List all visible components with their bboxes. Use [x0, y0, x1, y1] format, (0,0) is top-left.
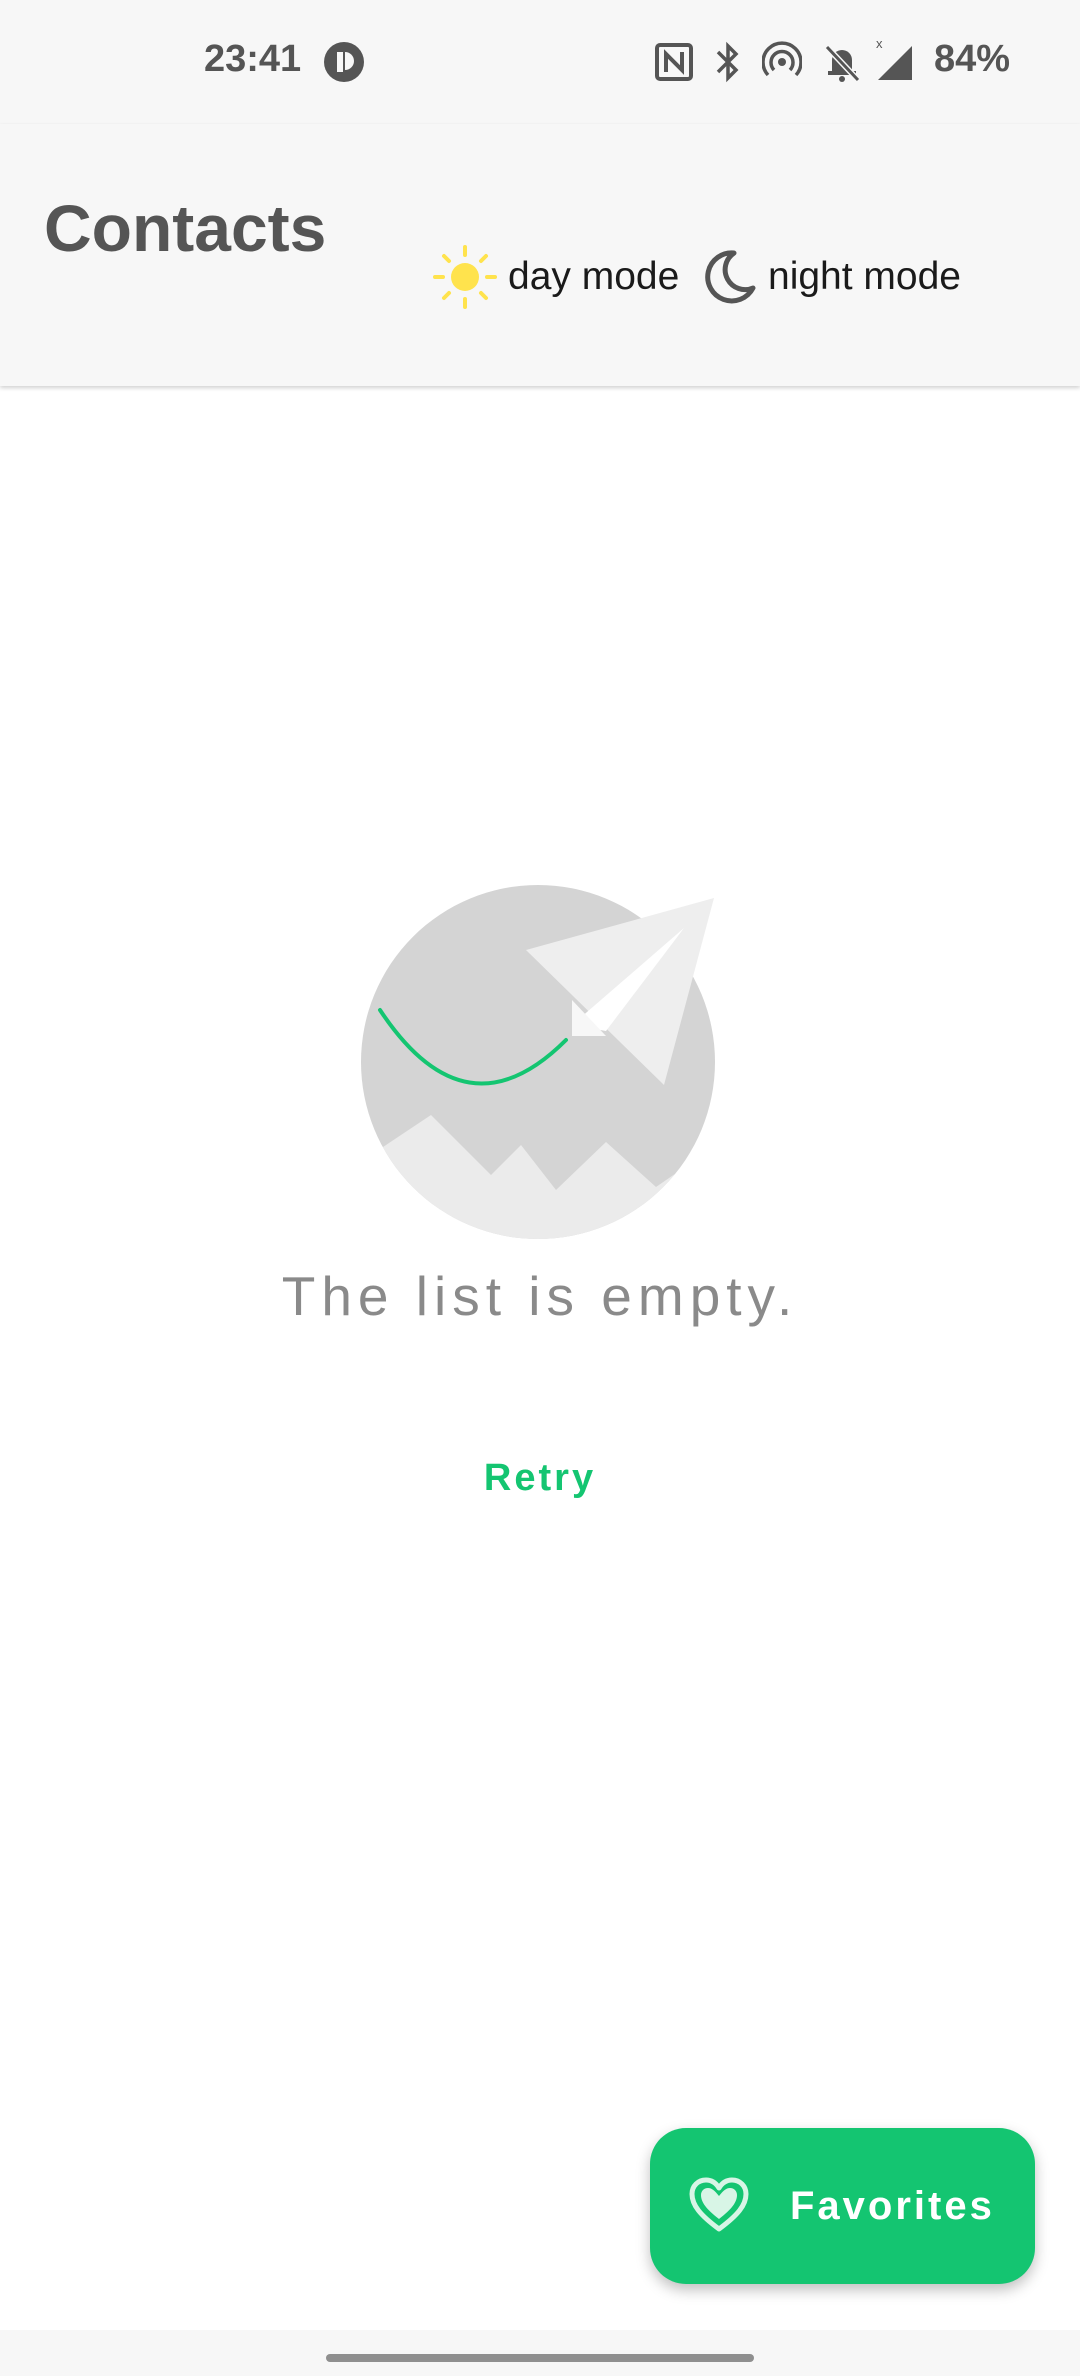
battery-percent: 84%	[934, 38, 1011, 80]
moon-icon	[705, 250, 756, 304]
screen: 23:41 x 84% Contacts day mode night mode…	[0, 0, 1080, 2376]
status-bar: 23:41 x 84%	[0, 0, 1080, 124]
heart-icon	[689, 2177, 749, 2232]
night-mode-label: night mode	[768, 255, 961, 298]
day-mode-button[interactable]: day mode	[432, 240, 679, 314]
app-bar: Contacts day mode night mode	[0, 124, 1080, 386]
sun-icon	[433, 245, 497, 309]
bell-off-icon	[824, 44, 861, 83]
nfc-icon	[655, 43, 693, 81]
retry-button[interactable]: Retry	[440, 1430, 640, 1526]
page-title: Contacts	[44, 191, 327, 265]
bluetooth-icon	[716, 41, 739, 83]
empty-list-illustration	[361, 885, 715, 1239]
favorites-label: Favorites	[790, 2183, 995, 2228]
favorites-button[interactable]: Favorites	[650, 2128, 1035, 2284]
svg-text:x: x	[876, 36, 883, 51]
empty-state-message: The list is empty.	[281, 1265, 799, 1327]
signal-icon: x	[876, 36, 912, 80]
app-notification-icon	[324, 42, 364, 82]
home-indicator[interactable]	[326, 2354, 754, 2362]
day-mode-label: day mode	[508, 255, 680, 298]
navigation-bar	[0, 2330, 1080, 2376]
night-mode-button[interactable]: night mode	[700, 240, 961, 314]
status-time: 23:41	[204, 38, 302, 80]
hotspot-icon	[762, 41, 802, 77]
